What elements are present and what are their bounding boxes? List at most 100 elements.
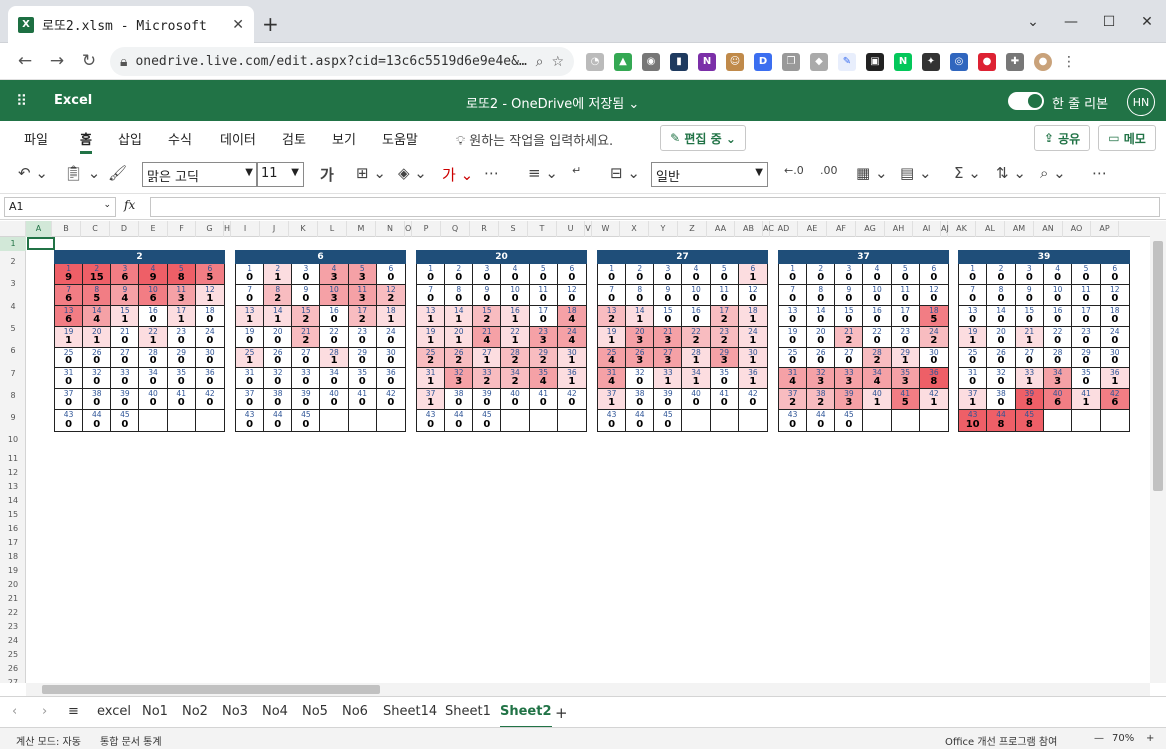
number-cell[interactable]: 22 0 (320, 326, 349, 348)
number-cell[interactable]: 61 (738, 264, 767, 285)
close-tab-icon[interactable]: ✕ (232, 17, 244, 33)
column-header[interactable]: E (139, 221, 168, 237)
sheet-tab[interactable]: No2 (182, 704, 208, 719)
number-cell[interactable]: 28 0 (1043, 347, 1073, 369)
number-cell[interactable]: 33 0 (292, 368, 321, 390)
add-sheet-icon[interactable]: + (555, 704, 568, 722)
number-cell[interactable]: 13 0 (779, 305, 808, 327)
number-cell[interactable]: 45 0 (292, 410, 321, 432)
row-header[interactable]: 21 (0, 592, 26, 606)
number-cell[interactable]: 26 2 (445, 347, 474, 369)
lock-icon[interactable]: 🔒︎ (120, 54, 127, 70)
number-cell[interactable]: 31 4 (779, 368, 808, 390)
number-cell[interactable]: 70 (417, 284, 446, 306)
column-header[interactable]: AH (885, 221, 913, 237)
number-cell[interactable]: 19 0 (236, 326, 265, 348)
number-cell[interactable]: 31 0 (236, 368, 265, 390)
number-cell[interactable] (739, 410, 767, 431)
d-extension-icon[interactable]: D (754, 52, 772, 71)
number-cell[interactable]: 70 (598, 284, 627, 306)
sheet-tab[interactable]: Sheet1 (445, 704, 491, 719)
number-cell[interactable] (920, 410, 948, 431)
number-cell[interactable]: 36 1 (1100, 368, 1129, 390)
block-title[interactable]: 2 (54, 250, 225, 264)
number-cell[interactable]: 40 0 (139, 389, 168, 411)
number-cell[interactable]: 30 0 (1100, 347, 1129, 369)
number-cell[interactable]: 23 0 (1072, 326, 1101, 348)
column-header[interactable]: N (376, 221, 405, 237)
face-extension-icon[interactable]: ☺ (726, 52, 744, 71)
number-cell[interactable]: 49 (139, 264, 168, 285)
number-cell[interactable]: 20 1 (83, 326, 112, 348)
number-cell[interactable]: 38 0 (987, 389, 1016, 411)
number-cell[interactable]: 43 0 (55, 410, 84, 432)
number-cell[interactable]: 12 0 (1100, 284, 1129, 306)
block-title[interactable]: 20 (416, 250, 587, 264)
number-cell[interactable] (1044, 410, 1073, 432)
column-header[interactable]: U (557, 221, 585, 237)
number-cell[interactable]: 41 0 (529, 389, 558, 411)
row-header[interactable]: 19 (0, 564, 26, 578)
column-header[interactable]: AJ (941, 221, 949, 237)
number-cell[interactable]: 32 0 (626, 368, 655, 390)
number-cell[interactable]: 11 3 (167, 284, 196, 306)
tab-help[interactable]: 도움말 (382, 129, 418, 148)
copy-extension-icon[interactable]: ❐ (782, 52, 800, 71)
number-cell[interactable]: 14 4 (83, 305, 112, 327)
number-cell[interactable]: 26 0 (987, 347, 1016, 369)
column-header[interactable]: H (224, 221, 231, 237)
number-cell[interactable]: 30 (473, 264, 502, 285)
number-cell[interactable]: 12 0 (557, 284, 586, 306)
calc-mode[interactable]: 계산 모드: 자동 (16, 733, 81, 748)
number-cell[interactable]: 53 (348, 264, 377, 285)
column-header[interactable]: X (620, 221, 649, 237)
number-cell[interactable]: 24 0 (376, 326, 405, 348)
number-cell[interactable] (530, 410, 558, 432)
row-header[interactable]: 6 (0, 340, 26, 362)
column-header[interactable]: W (592, 221, 620, 237)
column-header[interactable]: O (405, 221, 412, 237)
number-cell[interactable]: 36 1 (557, 368, 586, 390)
number-cell[interactable]: 43 0 (236, 410, 265, 432)
number-cell[interactable]: 27 0 (1015, 347, 1044, 369)
number-cell[interactable]: 30 0 (919, 347, 948, 369)
number-cell[interactable]: 13 2 (598, 305, 627, 327)
number-cell[interactable]: 24 4 (557, 326, 586, 348)
number-cell[interactable]: 33 1 (1015, 368, 1044, 390)
number-cell[interactable]: 2 15 (83, 264, 112, 285)
number-cell[interactable]: 60 (919, 264, 948, 285)
number-cell[interactable] (501, 410, 530, 432)
column-header[interactable]: F (168, 221, 196, 237)
number-cell[interactable]: 23 3 (529, 326, 558, 348)
browser-tab[interactable]: X 로또2.xlsm - Microsoft ✕ (8, 6, 254, 43)
number-cell[interactable]: 20 (445, 264, 474, 285)
number-cell[interactable]: 13 1 (236, 305, 265, 327)
number-cell[interactable]: 42 0 (557, 389, 586, 411)
red-extension-icon[interactable]: ● (978, 52, 996, 71)
number-cell[interactable]: 26 0 (83, 347, 112, 369)
tab-search-icon[interactable]: ⌄ (1014, 0, 1052, 43)
minimize-icon[interactable]: — (1052, 0, 1090, 43)
feedback-link[interactable]: Office 개선 프로그램 참여 (945, 733, 1057, 748)
more-font-icon[interactable]: ⋯ (484, 164, 499, 182)
conditional-format-icon[interactable]: ▦ ⌄ (856, 164, 888, 182)
column-header[interactable]: M (347, 221, 376, 237)
number-cell[interactable]: 24 0 (1100, 326, 1129, 348)
number-cell[interactable]: 10 (959, 264, 988, 285)
number-cell[interactable]: 40 (863, 264, 892, 285)
number-cell[interactable]: 38 0 (83, 389, 112, 411)
number-cell[interactable]: 40 6 (1043, 389, 1073, 411)
number-cell[interactable]: 24 0 (195, 326, 224, 348)
number-cell[interactable]: 10 (598, 264, 627, 285)
tab-home[interactable]: 홈 (80, 129, 92, 154)
number-cell[interactable]: 65 (195, 264, 224, 285)
row-header[interactable]: 18 (0, 550, 26, 564)
sheet-tab-active[interactable]: Sheet2 (500, 704, 552, 728)
row-header[interactable]: 24 (0, 634, 26, 648)
number-cell[interactable]: 21 4 (473, 326, 502, 348)
number-cell[interactable]: 15 0 (654, 305, 683, 327)
number-cell[interactable]: 16 0 (139, 305, 168, 327)
column-header[interactable]: A (26, 221, 52, 237)
zoom-level[interactable]: 70% (1112, 733, 1134, 744)
number-cell[interactable]: 15 2 (473, 305, 502, 327)
